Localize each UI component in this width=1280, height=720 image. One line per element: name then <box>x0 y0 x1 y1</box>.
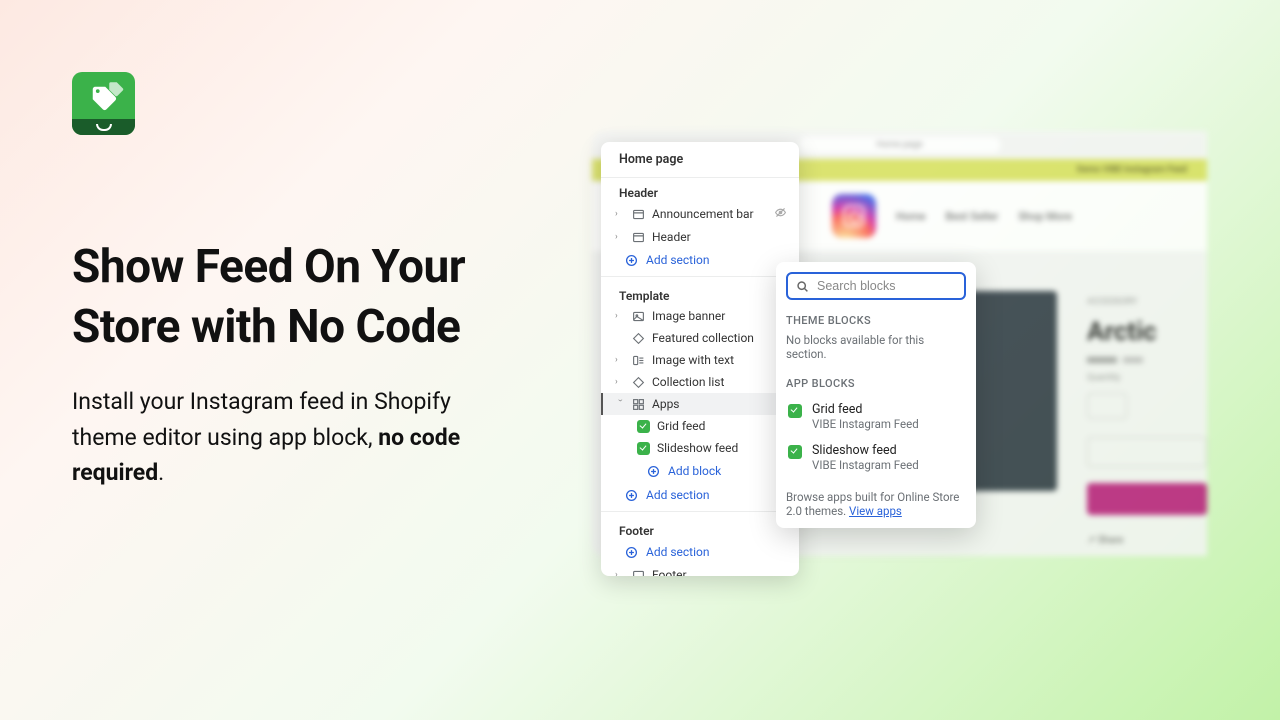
group-template: Template <box>601 281 799 305</box>
chevron-right-icon: › <box>615 232 625 242</box>
chevron-right-icon: › <box>615 209 625 219</box>
chevron-down-icon: › <box>615 399 625 409</box>
section-announcement-bar[interactable]: › Announcement bar <box>601 202 799 226</box>
marketing-headline: Show Feed On Your Store with No Code <box>72 238 572 358</box>
tag-icon <box>632 376 645 389</box>
blocks-popover: THEME BLOCKS No blocks available for thi… <box>776 262 976 528</box>
panel-title: Home page <box>601 142 799 178</box>
theme-blocks-header: THEME BLOCKS <box>786 314 966 327</box>
app-block-grid-feed[interactable]: Grid feed VIBE Instagram Feed <box>786 396 966 437</box>
layout-icon <box>632 231 645 244</box>
app-logo <box>72 72 135 135</box>
group-header: Header <box>601 178 799 202</box>
search-input[interactable] <box>817 279 956 293</box>
section-collection-list[interactable]: › Collection list <box>601 371 799 393</box>
tag-icon <box>632 332 645 345</box>
group-footer: Footer <box>601 516 799 540</box>
instagram-icon <box>832 194 876 238</box>
theme-editor-panel: Home page Header › Announcement bar › He… <box>601 142 799 576</box>
add-block[interactable]: Add block <box>601 459 799 483</box>
add-section-template[interactable]: Add section <box>601 483 799 507</box>
hidden-icon[interactable] <box>774 206 787 222</box>
app-block-slideshow-feed[interactable]: Slideshow feed VIBE Instagram Feed <box>786 437 966 478</box>
app-blocks-header: APP BLOCKS <box>786 377 966 390</box>
app-block-icon <box>788 445 802 459</box>
marketing-subline: Install your Instagram feed in Shopify t… <box>72 384 512 491</box>
section-apps[interactable]: › Apps <box>601 393 799 415</box>
layout-icon <box>632 569 645 577</box>
add-section-header[interactable]: Add section <box>601 248 799 272</box>
image-icon <box>632 310 645 323</box>
image-text-icon <box>632 354 645 367</box>
chevron-right-icon: › <box>615 570 625 576</box>
chevron-right-icon: › <box>615 355 625 365</box>
view-apps-link[interactable]: View apps <box>849 504 902 518</box>
app-block-icon <box>637 420 650 433</box>
app-block-icon <box>788 404 802 418</box>
section-footer[interactable]: › Footer <box>601 564 799 576</box>
apps-icon <box>632 398 645 411</box>
section-image-with-text[interactable]: › Image with text <box>601 349 799 371</box>
block-grid-feed[interactable]: Grid feed <box>601 415 799 437</box>
section-image-banner[interactable]: › Image banner <box>601 305 799 327</box>
search-icon <box>796 280 809 293</box>
popover-footer: Browse apps built for Online Store 2.0 t… <box>786 490 966 518</box>
app-block-icon <box>637 442 650 455</box>
section-featured-collection[interactable]: › Featured collection <box>601 327 799 349</box>
chevron-right-icon: › <box>615 377 625 387</box>
no-theme-blocks: No blocks available for this section. <box>786 333 966 361</box>
add-section-footer[interactable]: Add section <box>601 540 799 564</box>
layout-icon <box>632 208 645 221</box>
block-slideshow-feed[interactable]: Slideshow feed <box>601 437 799 459</box>
chevron-right-icon: › <box>615 311 625 321</box>
search-blocks-field[interactable] <box>786 272 966 300</box>
section-header[interactable]: › Header <box>601 226 799 248</box>
